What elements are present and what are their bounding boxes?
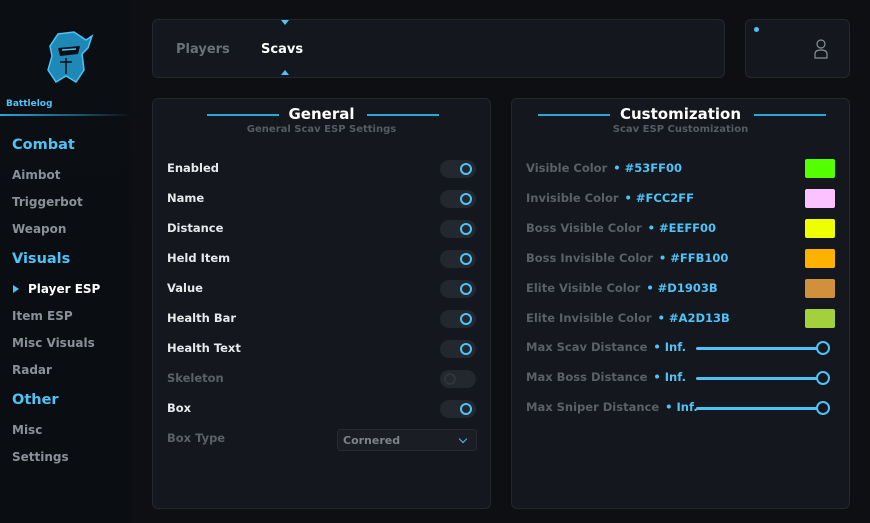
max-scav-distance-handle[interactable]	[816, 341, 830, 355]
chevron-down-icon	[458, 434, 468, 444]
box-type-label: Box Type	[167, 431, 226, 445]
enabled-toggle[interactable]	[440, 160, 476, 178]
max-sniper-distance-handle[interactable]	[816, 401, 830, 415]
customization-panel: Customization Scav ESP Customization Vis…	[511, 98, 850, 509]
elite-invisible-color-label: Elite Invisible Color • #A2D13B	[526, 311, 730, 325]
elite-invisible-color-swatch[interactable]	[805, 309, 835, 328]
max-scav-distance-label: Max Scav Distance • Inf.	[526, 340, 686, 354]
invisible-color-label: Invisible Color • #FCC2FF	[526, 191, 694, 205]
brand-divider	[0, 114, 132, 116]
tab-players[interactable]: Players	[176, 42, 230, 57]
sidebar-item-aimbot[interactable]: Aimbot	[12, 168, 60, 182]
visible-color-label: Visible Color • #53FF00	[526, 161, 682, 175]
box-label: Box	[167, 401, 192, 415]
max-boss-distance-label: Max Boss Distance • Inf.	[526, 370, 686, 384]
max-boss-distance-slider[interactable]	[696, 377, 818, 380]
name-toggle[interactable]	[440, 190, 476, 208]
status-dot	[754, 27, 759, 32]
value-label: Value	[167, 281, 203, 295]
invisible-color-swatch[interactable]	[805, 189, 835, 208]
health-bar-toggle[interactable]	[440, 310, 476, 328]
sidebar-item-player-esp[interactable]: Player ESP	[28, 282, 100, 296]
general-subtitle: General Scav ESP Settings	[246, 124, 397, 135]
user-panel	[745, 19, 850, 78]
elite-visible-color-swatch[interactable]	[805, 279, 835, 298]
sidebar-item-misc-visuals[interactable]: Misc Visuals	[12, 336, 95, 350]
sidebar-item-item-esp[interactable]: Item ESP	[12, 309, 73, 323]
sidebar-item-misc[interactable]: Misc	[12, 423, 42, 437]
customization-title: Customization	[619, 105, 741, 123]
nav-heading-visuals: Visuals	[12, 251, 71, 267]
boss-invisible-color-swatch[interactable]	[805, 249, 835, 268]
health-bar-label: Health Bar	[167, 311, 237, 325]
box-type-select[interactable]: Cornered	[337, 429, 477, 451]
boss-visible-color-swatch[interactable]	[805, 219, 835, 238]
boss-invisible-color-label: Boss Invisible Color • #FFB100	[526, 251, 729, 265]
distance-toggle[interactable]	[440, 220, 476, 238]
active-tab-top-marker-icon	[281, 20, 289, 25]
nav-heading-other: Other	[12, 392, 59, 408]
value-toggle[interactable]	[440, 280, 476, 298]
held-item-toggle[interactable]	[440, 250, 476, 268]
active-tab-bottom-marker-icon	[281, 70, 289, 75]
general-title: General	[288, 105, 355, 123]
max-sniper-distance-slider[interactable]	[696, 407, 818, 410]
held-item-label: Held Item	[167, 251, 231, 265]
visible-color-swatch[interactable]	[805, 159, 835, 178]
user-icon[interactable]	[813, 38, 829, 60]
nav-heading-combat: Combat	[12, 137, 75, 153]
tab-scavs[interactable]: Scavs	[261, 42, 303, 57]
active-arrow-icon	[13, 285, 19, 293]
max-sniper-distance-label: Max Sniper Distance • Inf.	[526, 400, 698, 414]
sidebar-item-triggerbot[interactable]: Triggerbot	[12, 195, 83, 209]
knight-logo-icon	[47, 31, 94, 84]
skeleton-label: Skeleton	[167, 371, 224, 385]
box-type-value: Cornered	[343, 434, 401, 447]
elite-visible-color-label: Elite Visible Color • #D1903B	[526, 281, 718, 295]
tab-bar: Players Scavs	[152, 19, 725, 78]
name-label: Name	[167, 191, 205, 205]
brand-label: Battlelog	[6, 99, 53, 109]
sidebar-item-settings[interactable]: Settings	[12, 450, 69, 464]
distance-label: Distance	[167, 221, 224, 235]
health-text-label: Health Text	[167, 341, 241, 355]
general-panel: General General Scav ESP Settings Enable…	[152, 98, 491, 509]
enabled-label: Enabled	[167, 161, 220, 175]
sidebar-item-weapon[interactable]: Weapon	[12, 222, 66, 236]
boss-visible-color-label: Boss Visible Color • #EEFF00	[526, 221, 717, 235]
max-scav-distance-slider[interactable]	[696, 347, 818, 350]
max-boss-distance-handle[interactable]	[816, 371, 830, 385]
skeleton-toggle[interactable]	[440, 370, 476, 388]
sidebar: Battlelog Combat Aimbot Triggerbot Weapo…	[0, 0, 132, 523]
sidebar-item-radar[interactable]: Radar	[12, 363, 52, 377]
customization-subtitle: Scav ESP Customization	[612, 124, 749, 135]
health-text-toggle[interactable]	[440, 340, 476, 358]
box-toggle[interactable]	[440, 400, 476, 418]
